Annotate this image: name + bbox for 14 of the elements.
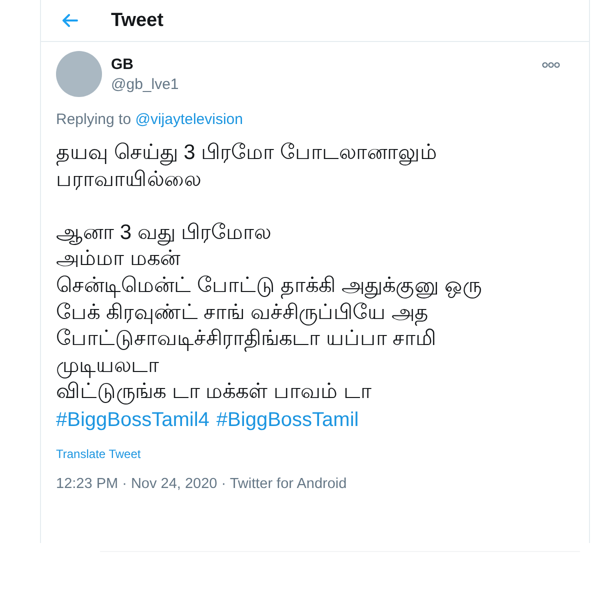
- avatar-placeholder: [56, 51, 102, 97]
- back-arrow-icon: [62, 14, 78, 27]
- translate-tweet-link[interactable]: Translate Tweet: [56, 446, 141, 462]
- more-icon: [542, 62, 560, 68]
- more-button[interactable]: [541, 60, 561, 70]
- replying-to-text: Replying to @vijaytelevision: [56, 110, 244, 130]
- hashtag-link[interactable]: #BiggBossTamil4: [56, 406, 210, 434]
- tweet-timestamp: 12:23 PM · Nov 24, 2020 · Twitter for Android: [56, 474, 348, 494]
- author-name[interactable]: GB: [111, 55, 179, 75]
- mention-link[interactable]: @vijaytelevision: [135, 111, 243, 128]
- author-handle[interactable]: @gb_lve1: [111, 75, 179, 95]
- tweet-text: தயவு செய்து 3 பிரமோ போடலானாலும் பராவாயில்லை ஆனா 3 வது பிரமோல அம்மா மகன் சென்டிமென்ட் போட்டு தாக்கி அதுக்குனு ஒரு பேக் கிரவுண்ட் சாங் வச்சிருப்பியே அத போட்டுசாவடிச்சிராதிங்கடா யப்பா சாமி முடியலடா விட்டுருங்க டா மக்கள் பாவம் டா: [56, 140, 482, 406]
- page-title: Tweet: [111, 11, 164, 30]
- hashtag-link[interactable]: #BiggBossTamil: [216, 406, 359, 434]
